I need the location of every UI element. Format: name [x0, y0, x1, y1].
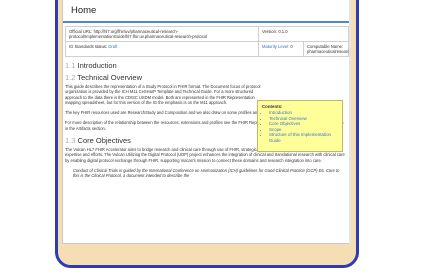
maturity-cell: Maturity Level: 0: [258, 41, 304, 57]
maturity-label[interactable]: Maturity Level:: [262, 44, 289, 49]
page-title: Home: [63, 0, 350, 23]
section-number: 1.3: [65, 136, 76, 146]
section-heading-technical-overview: 1.2 Technical Overview: [65, 73, 350, 82]
scrollbar[interactable]: [349, 0, 351, 244]
toc-title: Contents:: [262, 104, 283, 109]
toc-item-structure[interactable]: Structure of this Implementation Guide: [269, 132, 338, 143]
gcp-quote: Conduct of Clinical Trials is guided by …: [73, 167, 340, 179]
table-of-contents: Contents: Introduction Technical Overvie…: [257, 100, 343, 152]
version-label: Version:: [262, 29, 278, 34]
technical-overview-paragraph: This guide describes the representation …: [65, 84, 261, 105]
standards-status-link[interactable]: Draft: [108, 44, 117, 49]
official-url-cell: Official URL: http://hl7.org/fhir/uv/pha…: [65, 26, 259, 42]
version-value: 0.1.0: [278, 29, 288, 34]
maturity-value: 0: [290, 44, 293, 49]
computable-name-value: pharmaceuticalresearchprotocol: [307, 49, 351, 54]
computable-name-cell: Computable Name: pharmaceuticalresearchp…: [303, 41, 351, 57]
section-heading-introduction: 1.1 Introduction: [65, 61, 350, 70]
section-number: 1.2: [65, 73, 76, 82]
section-title: Technical Overview: [77, 73, 142, 82]
standards-status-cell: IG Standards status: Draft: [65, 41, 259, 57]
section-number: 1.1: [65, 61, 76, 70]
standards-status-label: IG Standards status:: [69, 44, 108, 49]
section-title: Core Objectives: [77, 136, 131, 146]
metadata-table: Official URL: http://hl7.org/fhir/uv/pha…: [65, 26, 351, 57]
section-title: Introduction: [77, 61, 117, 70]
version-cell: Version: 0.1.0: [258, 26, 349, 42]
